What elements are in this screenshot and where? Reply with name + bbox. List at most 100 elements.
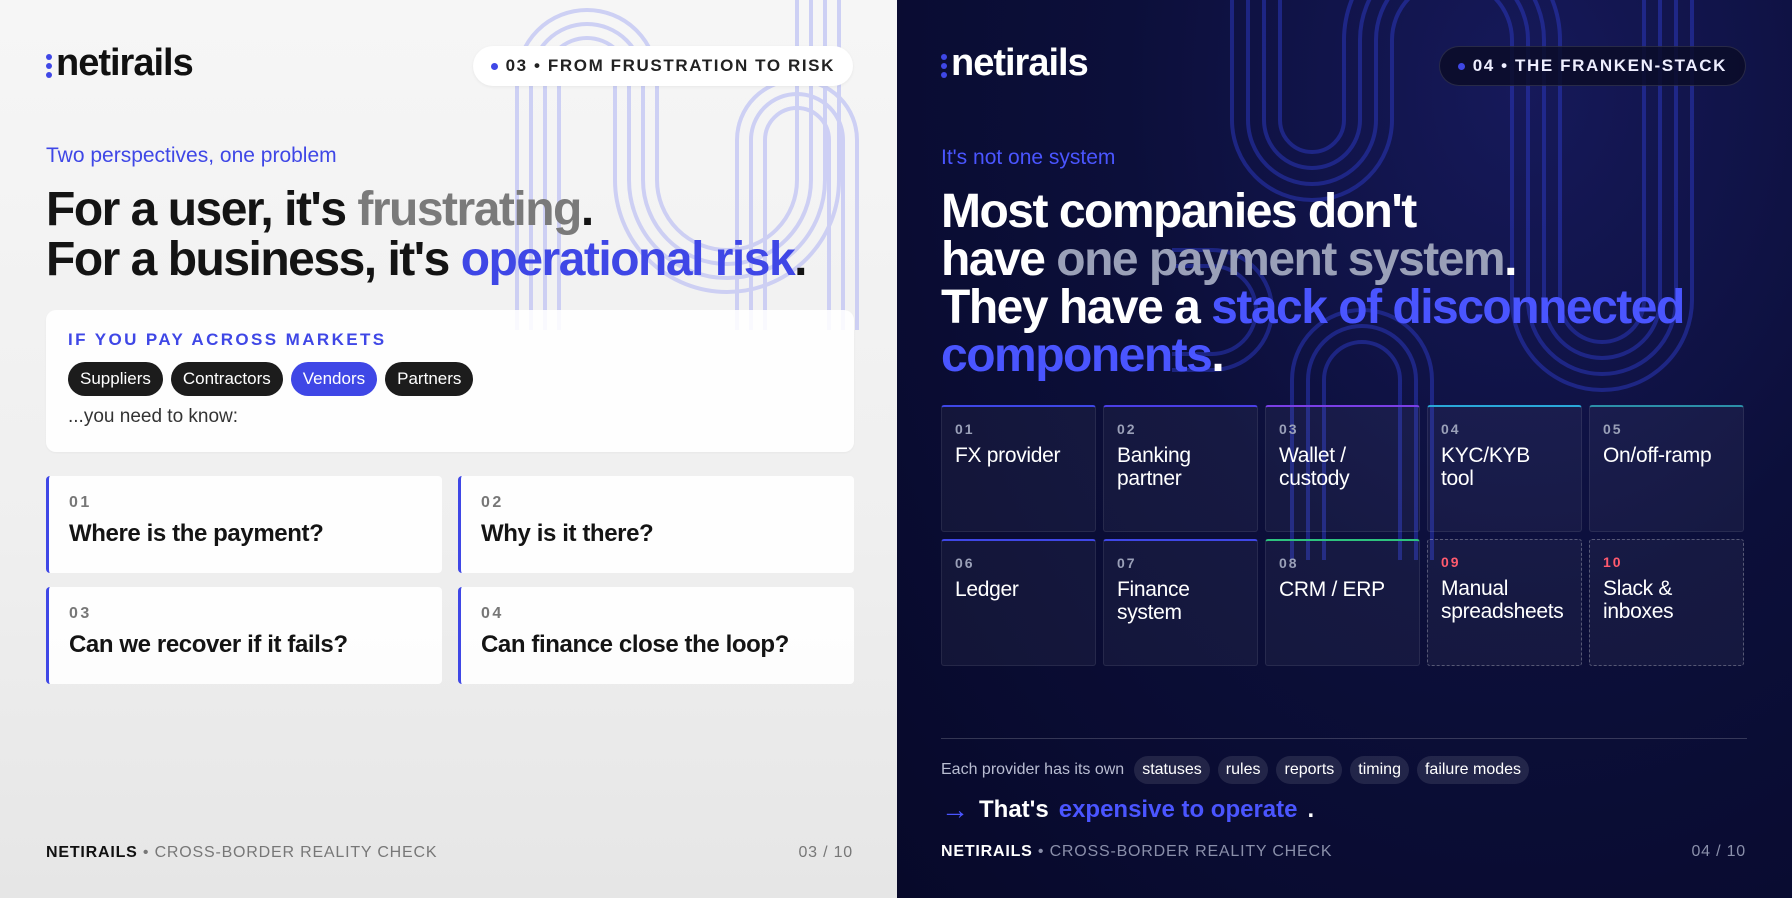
component-card: 08 CRM / ERP	[1265, 539, 1420, 666]
component-number: 05	[1603, 421, 1623, 437]
headline-part: .	[1504, 233, 1517, 286]
page-title: For a user, it's frustrating. For a busi…	[46, 183, 807, 286]
tag-statuses: statuses	[1134, 756, 1210, 784]
component-number: 08	[1279, 555, 1299, 571]
component-label: CRM / ERP	[1279, 578, 1385, 601]
footer-separator: •	[137, 844, 155, 861]
question-text: Why is it there?	[481, 520, 654, 547]
component-label: FX provider	[955, 444, 1061, 467]
chip-partners[interactable]: Partners	[385, 362, 474, 396]
market-chips: Suppliers Contractors Vendors Partners	[68, 362, 832, 396]
component-number: 01	[955, 421, 975, 437]
footer-separator: •	[1032, 843, 1050, 860]
arrow-right-icon: →	[941, 794, 969, 825]
headline-part: For a business, it's	[46, 233, 461, 286]
component-number: 09	[1441, 554, 1461, 570]
component-card: 07 Finance system	[1103, 539, 1258, 666]
provider-text: Each provider has its own	[941, 761, 1125, 778]
component-label: Finance system	[1117, 578, 1190, 624]
section-tag-label: 04 • THE FRANKEN-STACK	[1472, 56, 1727, 75]
punchline-part: .	[1307, 796, 1315, 823]
headline-part: They have a	[941, 281, 1212, 334]
components-grid: 01 FX provider 02 Banking partner 03 Wallet /…	[941, 405, 1747, 666]
slide-03: netirails 03 • FROM FRUSTRATION TO RISK …	[0, 0, 897, 898]
provider-row: Each provider has its own statuses rules…	[941, 756, 1530, 784]
component-label: KYC/KYB tool	[1441, 444, 1530, 490]
page-title: Most companies don't have one payment sy…	[941, 185, 1685, 382]
page-number: 04 / 10	[1691, 843, 1746, 860]
tag-rules: rules	[1217, 756, 1269, 784]
punchline: → That's expensive to operate .	[941, 794, 1314, 826]
tag-reports: reports	[1276, 756, 1343, 784]
bullet-dot-icon	[1457, 62, 1465, 70]
logo-dots-icon	[941, 53, 947, 78]
netirails-logo: netirails	[46, 42, 194, 85]
component-card: 09 Manual spreadsheets	[1427, 539, 1582, 666]
markets-card-title: IF YOU PAY ACROSS MARKETS	[68, 330, 387, 349]
component-card: 02 Banking partner	[1103, 405, 1258, 532]
question-number: 03	[69, 605, 92, 622]
eyebrow-text: Two perspectives, one problem	[46, 144, 337, 167]
headline-part: .	[1211, 329, 1224, 382]
footer-brand: NETIRAILS	[46, 844, 138, 861]
component-label: Manual spreadsheets	[1441, 577, 1564, 623]
component-number: 03	[1279, 421, 1299, 437]
footer-brand: NETIRAILS	[941, 843, 1033, 860]
question-text: Where is the payment?	[69, 520, 324, 547]
question-text: Can we recover if it fails?	[69, 631, 348, 658]
chip-suppliers[interactable]: Suppliers	[68, 362, 163, 396]
component-card: 05 On/off-ramp	[1589, 405, 1744, 532]
component-card: 01 FX provider	[941, 405, 1096, 532]
tag-timing: timing	[1350, 756, 1409, 784]
component-label: Wallet / custody	[1279, 444, 1350, 490]
component-label: On/off-ramp	[1603, 444, 1712, 467]
component-number: 06	[955, 555, 975, 571]
tag-failure-modes: failure modes	[1416, 756, 1530, 784]
slide-footer: NETIRAILS • CROSS-BORDER REALITY CHECK 0…	[941, 843, 1746, 861]
section-tag: 04 • THE FRANKEN-STACK	[1438, 46, 1746, 86]
question-card: 04 Can finance close the loop?	[458, 587, 854, 684]
slide-footer: NETIRAILS • CROSS-BORDER REALITY CHECK 0…	[46, 844, 853, 862]
logo-text: netirails	[951, 42, 1089, 84]
punchline-part: That's	[979, 796, 1049, 823]
headline-highlight-blue: operational risk	[460, 233, 796, 286]
headline-highlight-blue: components	[941, 329, 1213, 382]
footer-title: NETIRAILS • CROSS-BORDER REALITY CHECK	[941, 843, 1332, 861]
component-label: Ledger	[955, 578, 1019, 601]
netirails-logo: netirails	[941, 42, 1089, 85]
headline-highlight-gray: frustrating	[357, 183, 582, 236]
headline-part: have	[941, 233, 1057, 286]
question-text: Can finance close the loop?	[481, 631, 789, 658]
section-tag: 03 • FROM FRUSTRATION TO RISK	[472, 46, 853, 86]
footer-deck-title: CROSS-BORDER REALITY CHECK	[154, 844, 438, 861]
markets-card-note: ...you need to know:	[68, 406, 239, 427]
markets-card: IF YOU PAY ACROSS MARKETS Suppliers Cont…	[46, 310, 854, 452]
divider	[941, 738, 1747, 739]
page-number: 03 / 10	[798, 844, 853, 861]
logo-text: netirails	[56, 42, 194, 84]
component-card: 04 KYC/KYB tool	[1427, 405, 1582, 532]
eyebrow-text: It's not one system	[941, 146, 1116, 169]
question-card: 02 Why is it there?	[458, 476, 854, 573]
component-card: 03 Wallet / custody	[1265, 405, 1420, 532]
slide-04: netirails 04 • THE FRANKEN-STACK It's no…	[897, 0, 1792, 898]
component-label: Slack & inboxes	[1603, 577, 1674, 623]
component-card: 06 Ledger	[941, 539, 1096, 666]
component-number: 04	[1441, 421, 1461, 437]
question-number: 04	[481, 605, 504, 622]
component-card: 10 Slack & inboxes	[1589, 539, 1744, 666]
question-number: 02	[481, 494, 504, 511]
footer-deck-title: CROSS-BORDER REALITY CHECK	[1049, 843, 1333, 860]
question-number: 01	[69, 494, 92, 511]
section-tag-label: 03 • FROM FRUSTRATION TO RISK	[505, 56, 835, 75]
question-card: 01 Where is the payment?	[46, 476, 442, 573]
headline-part: .	[580, 183, 594, 236]
headline-part: Most companies don't	[941, 185, 1417, 238]
component-number: 02	[1117, 421, 1137, 437]
chip-vendors[interactable]: Vendors	[290, 362, 378, 396]
bullet-dot-icon	[490, 62, 498, 70]
headline-highlight-blue: stack of disconnected	[1211, 281, 1685, 334]
logo-dots-icon	[46, 53, 52, 78]
punchline-highlight: expensive to operate	[1058, 796, 1298, 823]
chip-contractors[interactable]: Contractors	[170, 362, 283, 396]
